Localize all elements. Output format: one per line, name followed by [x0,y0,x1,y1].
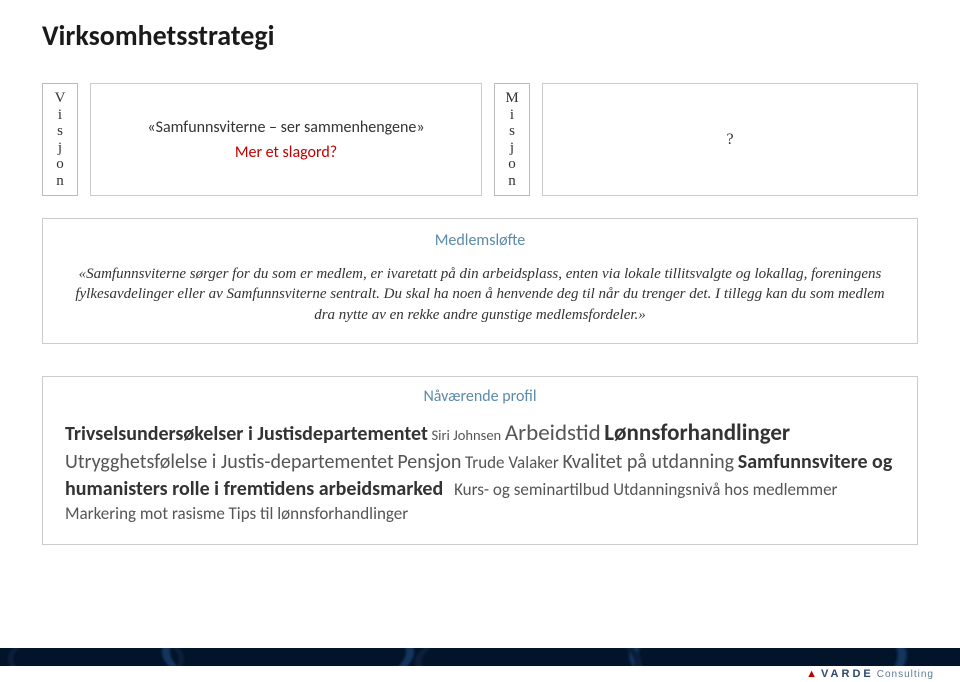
page-title: Virksomhetsstrategi [42,18,918,53]
vision-label: Visjon [42,83,78,196]
medlemslofte-box: Medlemsløfte «Samfunnsviterne sørger for… [42,218,918,344]
cloud-word: Utrygghetsfølelse i Justis-departementet [65,450,394,474]
profil-box: Nåværende profil Trivselsundersøkelser i… [42,376,918,545]
vision-label-letter: o [56,156,64,173]
brand-sub: Consulting [877,669,934,680]
brand-triangle-icon: ▲ [806,668,819,680]
cloud-word: Trude Valaker [465,452,559,473]
cloud-word: Lønnsforhandlinger [604,419,790,447]
cloud-word: Arbeidstid [505,419,601,447]
footer: ▲VARDEConsulting [0,648,960,682]
vision-line1: «Samfunnsviterne – ser sammenhengene» [147,118,424,137]
vision-box: «Samfunnsviterne – ser sammenhengene» Me… [90,83,482,196]
vision-label-letter: i [58,107,62,124]
brand-name: VARDE [821,668,874,680]
footer-decoration [0,648,960,666]
vision-label-letter: j [58,140,62,157]
vision-label-letter: n [56,173,64,190]
cloud-word: Kvalitet på utdanning [562,450,734,474]
profil-wordcloud: Trivselsundersøkelser i Justisdepartemen… [65,418,895,526]
cloud-word: Trivselsundersøkelser i Justisdepartemen… [65,422,428,446]
cloud-word: Siri Johnsen [432,426,502,444]
medlemslofte-header: Medlemsløfte [71,231,889,250]
mission-label-letter: n [508,173,516,190]
cloud-word: Utdanningsnivå hos medlemmer [613,479,837,500]
cloud-word: Tips til lønnsforhandlinger [229,503,409,524]
vision-mission-row: Visjon «Samfunnsviterne – ser sammenheng… [42,83,918,196]
mission-label-letter: i [510,107,514,124]
mission-content: ? [726,131,733,149]
vision-label-letter: s [57,123,63,140]
vision-line2: Mer et slagord? [235,143,337,162]
brand-logo: ▲VARDEConsulting [806,668,934,680]
cloud-word: Pensjon [397,450,461,474]
medlemslofte-body: «Samfunnsviterne sørger for du som er me… [71,264,889,325]
profil-header: Nåværende profil [65,387,895,406]
cloud-word: Kurs- og seminartilbud [454,479,609,500]
mission-label-letter: o [508,156,516,173]
mission-label: Misjon [494,83,530,196]
mission-box: ? [542,83,918,196]
mission-label-letter: M [505,90,518,107]
cloud-word: Markering mot rasisme [65,503,225,524]
vision-label-letter: V [55,90,66,107]
mission-label-letter: s [509,123,515,140]
mission-label-letter: j [510,140,514,157]
